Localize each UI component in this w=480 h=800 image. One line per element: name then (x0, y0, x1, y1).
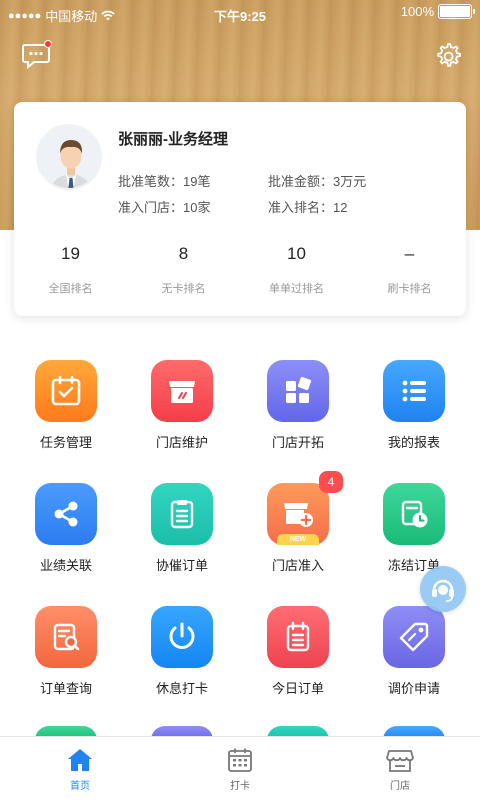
menu-store-admission[interactable]: NEW 4 门店准入 (240, 471, 356, 606)
menu-collection-orders[interactable]: 协催订单 (124, 483, 240, 606)
battery-percent: 100% (400, 4, 434, 19)
user-name: 张丽丽-业务经理 (118, 131, 228, 148)
menu-rest-checkin[interactable]: 休息打卡 (124, 606, 240, 729)
ranking-stats: 19 全国排名 8 无卡排名 10 单单过排名 – 刷卡排名 (14, 244, 466, 296)
store-add-icon: NEW 4 (267, 471, 343, 545)
gear-icon (437, 43, 461, 67)
tab-stores[interactable]: 门店 (320, 737, 480, 800)
function-grid: 任务管理 门店维护 门店开拓 我的报表 业绩关联 协催订单 NEW 4 门店准入… (8, 360, 472, 729)
headset-icon (432, 579, 454, 602)
avatar[interactable] (36, 124, 102, 190)
bottom-tab-bar: 首页 打卡 门店 (0, 736, 480, 800)
stat-value: 19 (61, 244, 80, 263)
blocks-icon (267, 360, 329, 422)
stores-admitted: 准入门店：10家 (118, 200, 211, 215)
tab-home[interactable]: 首页 (0, 737, 160, 800)
menu-label: 任务管理 (39, 435, 92, 450)
stat-label: 刷卡排名 (387, 283, 432, 295)
unread-dot (44, 40, 52, 48)
store-icon (151, 360, 213, 422)
messages-button[interactable] (18, 38, 54, 74)
stat-label: 全国排名 (48, 283, 93, 295)
stat-value: – (404, 244, 415, 263)
calendar-check-icon (35, 360, 97, 422)
customer-service-button[interactable] (420, 566, 466, 612)
stat-card-swipe-rank[interactable]: – 刷卡排名 (353, 244, 466, 296)
new-tag: NEW (277, 534, 319, 545)
menu-label: 门店准入 (271, 558, 324, 573)
menu-store-expansion[interactable]: 门店开拓 (240, 360, 356, 483)
tab-label: 首页 (70, 781, 90, 792)
share-icon (35, 483, 97, 545)
power-icon (151, 606, 213, 668)
menu-my-reports[interactable]: 我的报表 (356, 360, 472, 483)
menu-label: 休息打卡 (155, 681, 208, 696)
price-tag-icon (383, 606, 445, 668)
menu-label: 订单查询 (39, 681, 92, 696)
settings-button[interactable] (430, 38, 466, 74)
stat-value: 8 (178, 244, 189, 263)
menu-label: 协催订单 (155, 558, 208, 573)
stat-single-pass-rank[interactable]: 10 单单过排名 (240, 244, 353, 296)
stat-label: 无卡排名 (161, 283, 206, 295)
menu-today-orders[interactable]: 今日订单 (240, 606, 356, 729)
list-icon (383, 360, 445, 422)
battery-icon (438, 4, 475, 19)
notebook-icon (267, 606, 329, 668)
stat-no-card-rank[interactable]: 8 无卡排名 (127, 244, 240, 296)
admit-rank: 准入排名：12 (268, 200, 348, 215)
stat-value: 10 (287, 244, 306, 263)
menu-label: 我的报表 (387, 435, 440, 450)
menu-label: 门店开拓 (271, 435, 324, 450)
tab-label: 打卡 (230, 781, 250, 792)
profile-card: 张丽丽-业务经理 批准笔数：19笔 批准金额：3万元 准入门店：10家 准入排名… (14, 102, 466, 316)
clipboard-icon (151, 483, 213, 545)
approved-amount: 批准金额：3万元 (268, 174, 367, 189)
clock-doc-icon (383, 483, 445, 545)
tab-checkin[interactable]: 打卡 (160, 737, 320, 800)
status-bar: ●●●●● 中国移动 下午9:25 100% (0, 0, 480, 28)
menu-performance-link[interactable]: 业绩关联 (8, 483, 124, 606)
stat-national-rank[interactable]: 19 全国排名 (14, 244, 127, 296)
menu-label: 业绩关联 (39, 558, 92, 573)
calendar-grid-icon (228, 748, 252, 772)
menu-task-management[interactable]: 任务管理 (8, 360, 124, 483)
menu-order-query[interactable]: 订单查询 (8, 606, 124, 729)
menu-label: 门店维护 (155, 435, 208, 450)
menu-store-maintenance[interactable]: 门店维护 (124, 360, 240, 483)
menu-price-adjustment[interactable]: 调价申请 (356, 606, 472, 729)
search-doc-icon (35, 606, 97, 668)
stat-label: 单单过排名 (269, 283, 324, 295)
tab-label: 门店 (390, 781, 410, 792)
notification-badge: 4 (319, 471, 343, 493)
approved-count: 批准笔数：19笔 (118, 174, 211, 189)
menu-label: 调价申请 (387, 681, 440, 696)
shop-icon (386, 750, 414, 772)
menu-label: 今日订单 (271, 681, 324, 696)
home-icon (68, 749, 92, 771)
